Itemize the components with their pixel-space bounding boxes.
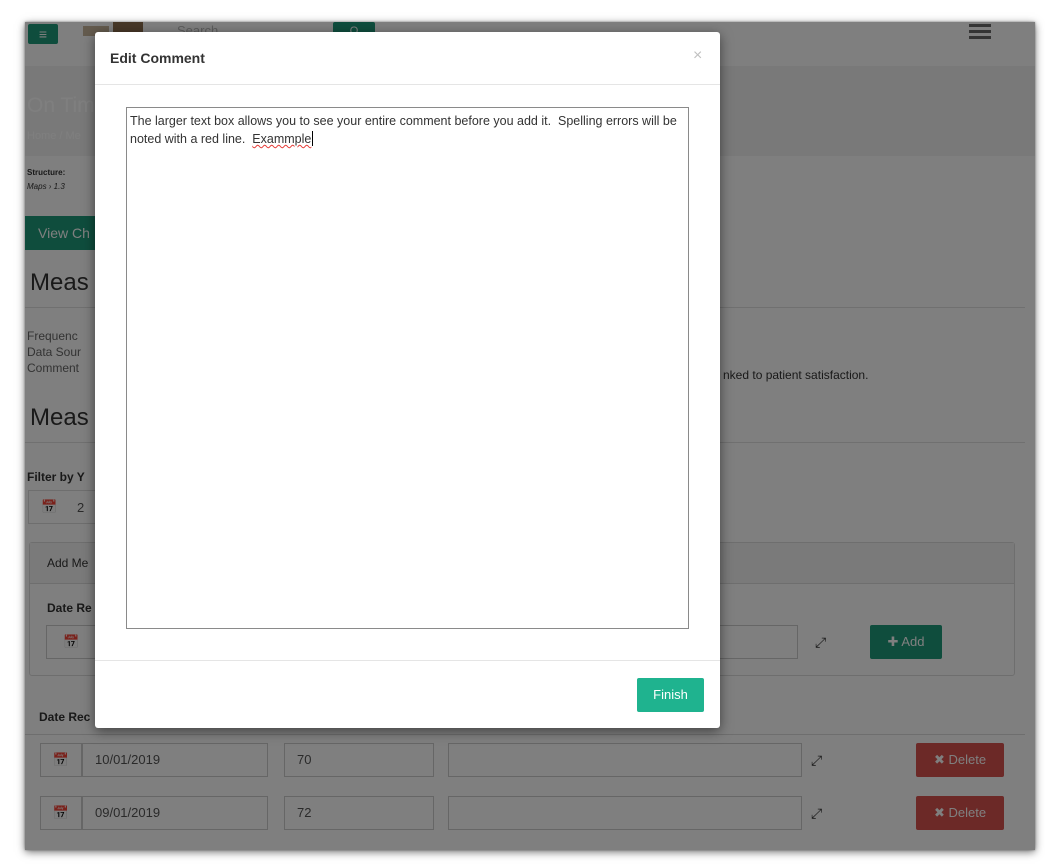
finish-button[interactable]: Finish — [637, 678, 704, 712]
comment-text: The larger text box allows you to see yo… — [130, 114, 681, 146]
text-cursor — [312, 131, 314, 146]
close-icon[interactable]: × — [693, 48, 702, 64]
modal-title: Edit Comment — [110, 50, 205, 66]
misspelled-word: Exammple — [252, 132, 312, 146]
modal-header-divider — [95, 84, 720, 85]
modal-footer-divider — [95, 660, 720, 661]
app-screenshot: ≡ Search Q On Time Home / Me Structure: … — [25, 22, 1035, 850]
edit-comment-modal: Edit Comment × The larger text box allow… — [95, 32, 720, 728]
comment-textarea[interactable]: The larger text box allows you to see yo… — [126, 107, 689, 629]
